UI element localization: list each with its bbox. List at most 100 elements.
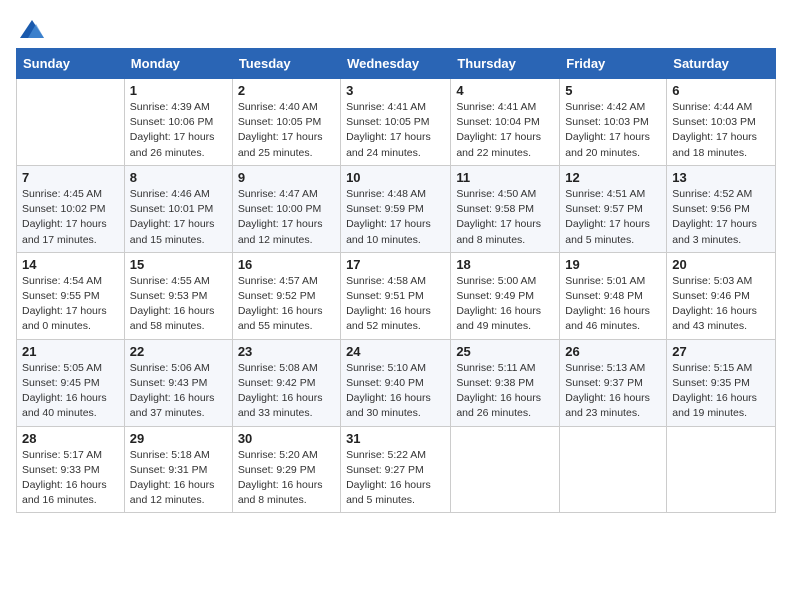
day-number: 6 <box>672 83 770 98</box>
day-cell: 30 Sunrise: 5:20 AMSunset: 9:29 PMDayligh… <box>232 426 340 513</box>
day-info: Sunrise: 5:10 AMSunset: 9:40 PMDaylight:… <box>346 361 445 422</box>
day-cell: 10 Sunrise: 4:48 AMSunset: 9:59 PMDayligh… <box>341 165 451 252</box>
day-number: 21 <box>22 344 119 359</box>
day-cell: 12 Sunrise: 4:51 AMSunset: 9:57 PMDayligh… <box>560 165 667 252</box>
day-number: 17 <box>346 257 445 272</box>
day-info: Sunrise: 4:52 AMSunset: 9:56 PMDaylight:… <box>672 187 770 248</box>
day-number: 3 <box>346 83 445 98</box>
day-cell: 8 Sunrise: 4:46 AMSunset: 10:01 PMDayligh… <box>124 165 232 252</box>
day-number: 26 <box>565 344 661 359</box>
day-number: 30 <box>238 431 335 446</box>
header <box>16 16 776 40</box>
day-info: Sunrise: 5:03 AMSunset: 9:46 PMDaylight:… <box>672 274 770 335</box>
day-cell: 28Sunrise: 5:17 AMSunset: 9:33 PMDayligh… <box>17 426 125 513</box>
day-number: 9 <box>238 170 335 185</box>
day-cell: 5 Sunrise: 4:42 AMSunset: 10:03 PMDayligh… <box>560 79 667 166</box>
day-info: Sunrise: 5:06 AMSunset: 9:43 PMDaylight:… <box>130 361 227 422</box>
day-number: 11 <box>456 170 554 185</box>
day-number: 4 <box>456 83 554 98</box>
day-number: 5 <box>565 83 661 98</box>
day-info: Sunrise: 4:57 AMSunset: 9:52 PMDaylight:… <box>238 274 335 335</box>
day-info: Sunrise: 4:55 AMSunset: 9:53 PMDaylight:… <box>130 274 227 335</box>
day-cell: 16 Sunrise: 4:57 AMSunset: 9:52 PMDayligh… <box>232 252 340 339</box>
day-number: 23 <box>238 344 335 359</box>
logo <box>16 16 46 40</box>
day-cell: 18Sunrise: 5:00 AMSunset: 9:49 PMDayligh… <box>451 252 560 339</box>
day-cell: 21 Sunrise: 5:05 AMSunset: 9:45 PMDayligh… <box>17 339 125 426</box>
col-header-friday: Friday <box>560 49 667 79</box>
day-cell: 3 Sunrise: 4:41 AMSunset: 10:05 PMDayligh… <box>341 79 451 166</box>
day-info: Sunrise: 4:50 AMSunset: 9:58 PMDaylight:… <box>456 187 554 248</box>
day-cell: 25 Sunrise: 5:11 AMSunset: 9:38 PMDayligh… <box>451 339 560 426</box>
day-number: 24 <box>346 344 445 359</box>
day-info: Sunrise: 5:08 AMSunset: 9:42 PMDaylight:… <box>238 361 335 422</box>
day-info: Sunrise: 4:41 AMSunset: 10:05 PMDaylight… <box>346 100 445 161</box>
day-cell: 2 Sunrise: 4:40 AMSunset: 10:05 PMDayligh… <box>232 79 340 166</box>
week-row-5: 28Sunrise: 5:17 AMSunset: 9:33 PMDayligh… <box>17 426 776 513</box>
day-number: 22 <box>130 344 227 359</box>
day-number: 14 <box>22 257 119 272</box>
day-cell: 29Sunrise: 5:18 AMSunset: 9:31 PMDayligh… <box>124 426 232 513</box>
day-cell: 7Sunrise: 4:45 AMSunset: 10:02 PMDayligh… <box>17 165 125 252</box>
day-info: Sunrise: 4:54 AMSunset: 9:55 PMDaylight:… <box>22 274 119 335</box>
day-info: Sunrise: 4:42 AMSunset: 10:03 PMDaylight… <box>565 100 661 161</box>
week-row-4: 21 Sunrise: 5:05 AMSunset: 9:45 PMDayligh… <box>17 339 776 426</box>
day-info: Sunrise: 4:58 AMSunset: 9:51 PMDaylight:… <box>346 274 445 335</box>
day-info: Sunrise: 4:51 AMSunset: 9:57 PMDaylight:… <box>565 187 661 248</box>
week-row-1: 1 Sunrise: 4:39 AMSunset: 10:06 PMDayligh… <box>17 79 776 166</box>
calendar-table: SundayMondayTuesdayWednesdayThursdayFrid… <box>16 48 776 513</box>
day-cell: 19 Sunrise: 5:01 AMSunset: 9:48 PMDayligh… <box>560 252 667 339</box>
day-cell: 15 Sunrise: 4:55 AMSunset: 9:53 PMDayligh… <box>124 252 232 339</box>
day-info: Sunrise: 4:46 AMSunset: 10:01 PMDaylight… <box>130 187 227 248</box>
day-info: Sunrise: 5:22 AMSunset: 9:27 PMDaylight:… <box>346 448 445 509</box>
day-cell: 9Sunrise: 4:47 AMSunset: 10:00 PMDayligh… <box>232 165 340 252</box>
day-cell: 31Sunrise: 5:22 AMSunset: 9:27 PMDayligh… <box>341 426 451 513</box>
day-number: 18 <box>456 257 554 272</box>
day-info: Sunrise: 5:11 AMSunset: 9:38 PMDaylight:… <box>456 361 554 422</box>
day-number: 10 <box>346 170 445 185</box>
col-header-thursday: Thursday <box>451 49 560 79</box>
day-number: 8 <box>130 170 227 185</box>
day-cell: 6 Sunrise: 4:44 AMSunset: 10:03 PMDayligh… <box>667 79 776 166</box>
col-header-sunday: Sunday <box>17 49 125 79</box>
col-header-saturday: Saturday <box>667 49 776 79</box>
day-info: Sunrise: 4:48 AMSunset: 9:59 PMDaylight:… <box>346 187 445 248</box>
day-cell <box>667 426 776 513</box>
day-cell: 17 Sunrise: 4:58 AMSunset: 9:51 PMDayligh… <box>341 252 451 339</box>
day-info: Sunrise: 5:05 AMSunset: 9:45 PMDaylight:… <box>22 361 119 422</box>
day-cell: 4 Sunrise: 4:41 AMSunset: 10:04 PMDayligh… <box>451 79 560 166</box>
day-number: 15 <box>130 257 227 272</box>
week-row-2: 7Sunrise: 4:45 AMSunset: 10:02 PMDayligh… <box>17 165 776 252</box>
day-cell: 27Sunrise: 5:15 AMSunset: 9:35 PMDayligh… <box>667 339 776 426</box>
day-cell: 11 Sunrise: 4:50 AMSunset: 9:58 PMDayligh… <box>451 165 560 252</box>
col-header-monday: Monday <box>124 49 232 79</box>
day-number: 12 <box>565 170 661 185</box>
day-info: Sunrise: 4:40 AMSunset: 10:05 PMDaylight… <box>238 100 335 161</box>
day-cell: 1 Sunrise: 4:39 AMSunset: 10:06 PMDayligh… <box>124 79 232 166</box>
day-info: Sunrise: 4:44 AMSunset: 10:03 PMDaylight… <box>672 100 770 161</box>
day-info: Sunrise: 4:39 AMSunset: 10:06 PMDaylight… <box>130 100 227 161</box>
day-cell <box>17 79 125 166</box>
day-info: Sunrise: 5:18 AMSunset: 9:31 PMDaylight:… <box>130 448 227 509</box>
day-number: 2 <box>238 83 335 98</box>
day-cell <box>560 426 667 513</box>
day-info: Sunrise: 5:01 AMSunset: 9:48 PMDaylight:… <box>565 274 661 335</box>
day-cell: 26 Sunrise: 5:13 AMSunset: 9:37 PMDayligh… <box>560 339 667 426</box>
day-info: Sunrise: 4:45 AMSunset: 10:02 PMDaylight… <box>22 187 119 248</box>
day-cell: 14 Sunrise: 4:54 AMSunset: 9:55 PMDayligh… <box>17 252 125 339</box>
day-number: 27 <box>672 344 770 359</box>
day-number: 25 <box>456 344 554 359</box>
day-cell: 13Sunrise: 4:52 AMSunset: 9:56 PMDayligh… <box>667 165 776 252</box>
day-cell <box>451 426 560 513</box>
day-number: 16 <box>238 257 335 272</box>
day-info: Sunrise: 5:13 AMSunset: 9:37 PMDaylight:… <box>565 361 661 422</box>
col-header-wednesday: Wednesday <box>341 49 451 79</box>
day-cell: 24 Sunrise: 5:10 AMSunset: 9:40 PMDayligh… <box>341 339 451 426</box>
day-cell: 20Sunrise: 5:03 AMSunset: 9:46 PMDayligh… <box>667 252 776 339</box>
day-number: 1 <box>130 83 227 98</box>
day-number: 19 <box>565 257 661 272</box>
day-info: Sunrise: 5:20 AMSunset: 9:29 PMDaylight:… <box>238 448 335 509</box>
week-row-3: 14 Sunrise: 4:54 AMSunset: 9:55 PMDayligh… <box>17 252 776 339</box>
col-header-tuesday: Tuesday <box>232 49 340 79</box>
day-info: Sunrise: 4:41 AMSunset: 10:04 PMDaylight… <box>456 100 554 161</box>
